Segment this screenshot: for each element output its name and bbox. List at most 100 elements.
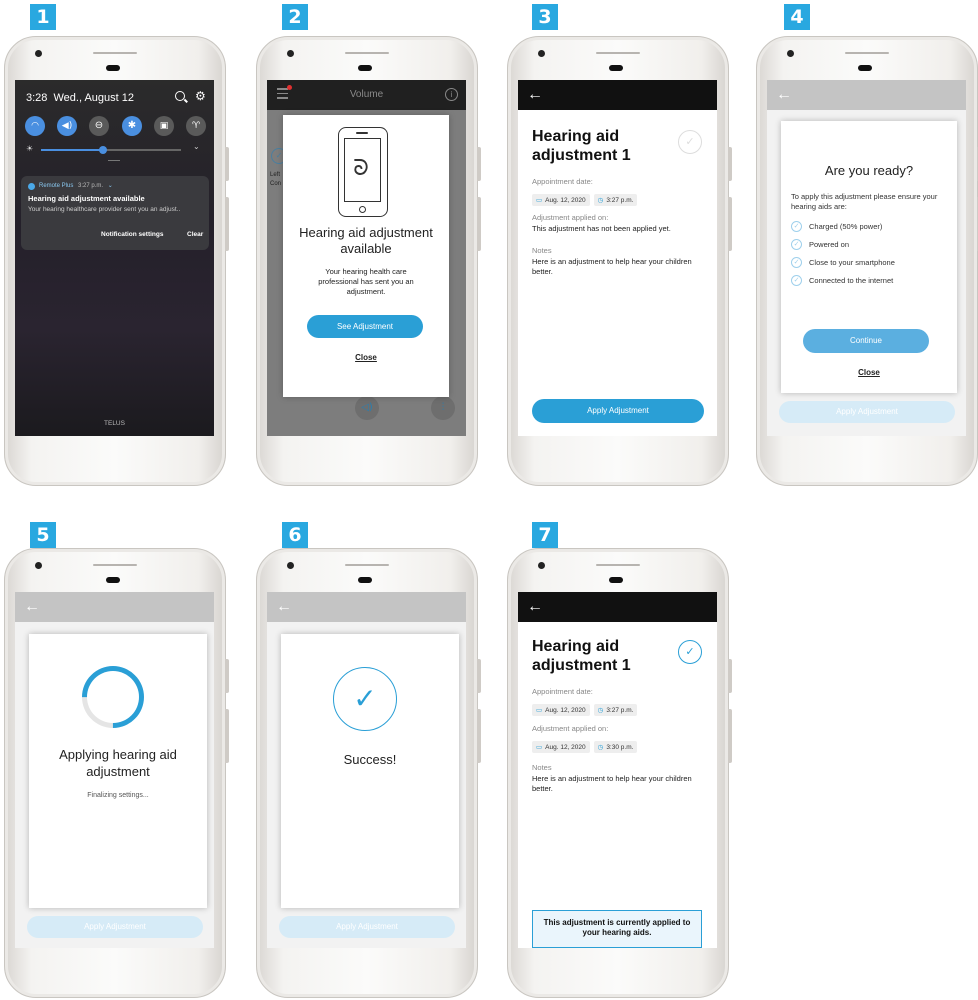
dialog-title: Success! <box>343 752 397 767</box>
bluetooth-icon[interactable]: ✱ <box>122 116 142 136</box>
app-icon <box>28 183 35 190</box>
applied-date-chip: ▭ Aug. 12, 2020 <box>532 741 590 753</box>
ready-item-close: ✓ Close to your smartphone <box>791 257 895 275</box>
step-badge-5: 5 <box>30 522 56 548</box>
clock-icon: ◷ <box>597 707 604 714</box>
notification-time: 3:27 p.m. <box>78 183 104 189</box>
check-circle-icon: ✓ <box>791 239 802 250</box>
screen-adjustment-details: ← Hearing aid adjustment 1 ✓ Appointment… <box>518 80 717 436</box>
success-check-icon: ✓ <box>333 667 397 731</box>
step-badge-1: 1 <box>30 4 56 30</box>
close-link[interactable]: Close <box>781 368 957 377</box>
brightness-icon: ☀ <box>26 144 34 153</box>
apply-adjustment-button-disabled[interactable]: Apply Adjustment <box>279 916 455 938</box>
check-circle-icon: ✓ <box>678 130 702 154</box>
screen-applying: ← Apply Adjustment Applying hearing aid … <box>15 592 214 948</box>
close-link[interactable]: Close <box>283 353 449 362</box>
dialog-title: Applying hearing aid adjustment <box>59 747 177 779</box>
notification-clear-button[interactable]: Clear <box>187 231 203 238</box>
info-icon[interactable]: i <box>445 88 458 101</box>
notification-settings-button[interactable]: Notification settings <box>101 231 163 238</box>
ready-item-connected: ✓ Connected to the internet <box>791 275 895 293</box>
carrier-label: TELUS <box>104 420 125 427</box>
apply-adjustment-button-disabled[interactable]: Apply Adjustment <box>27 916 203 938</box>
adjustment-title: Hearing aid adjustment 1 <box>532 638 631 674</box>
step-badge-3: 3 <box>532 4 558 30</box>
appointment-date-label: Appointment date: <box>532 687 593 696</box>
notification-app-name: Remote Plus <box>39 183 74 189</box>
continue-button[interactable]: Continue <box>803 329 929 353</box>
clock-icon: ◷ <box>597 197 604 204</box>
rotate-icon[interactable]: ▣ <box>154 116 174 136</box>
screen-notification-shade: 3:28 Wed., August 12 ⚙ ◠ ◀) ⊖ ✱ ▣ ♈ ☀ ⌄ … <box>15 80 214 436</box>
header-title: Volume <box>349 89 384 100</box>
speaker-icon: ◁) <box>355 396 379 420</box>
step-badge-2: 2 <box>282 4 308 30</box>
adjustment-applied-value: This adjustment has not been applied yet… <box>532 224 671 233</box>
background-text-left: Left <box>270 172 281 178</box>
equalizer-icon: ⫶ <box>431 396 455 420</box>
notes-label: Notes <box>532 763 552 772</box>
front-camera <box>35 50 42 57</box>
flashlight-icon[interactable]: ♈ <box>186 116 206 136</box>
clock-date: Wed., August 12 <box>53 92 135 104</box>
screen-are-you-ready: ← Apply Adjustment Are you ready? To app… <box>767 80 966 436</box>
see-adjustment-button[interactable]: See Adjustment <box>307 315 423 338</box>
brightness-slider-thumb[interactable] <box>99 146 107 154</box>
search-icon-handle <box>184 98 188 103</box>
adjustment-title: Hearing aid adjustment 1 <box>532 128 631 164</box>
progress-spinner-icon <box>69 653 157 741</box>
wifi-icon[interactable]: ◠ <box>25 116 45 136</box>
chevron-down-icon[interactable]: ⌄ <box>193 142 200 151</box>
clock-icon: ◷ <box>597 744 604 751</box>
applied-status-banner: This adjustment is currently applied to … <box>532 910 702 948</box>
are-you-ready-dialog: Are you ready? To apply this adjustment … <box>781 121 957 393</box>
do-not-disturb-icon[interactable]: ⊖ <box>89 116 109 136</box>
dialog-title: Hearing aid adjustment available <box>299 225 433 256</box>
gear-icon[interactable]: ⚙ <box>195 89 206 103</box>
dialog-body: Your hearing health care professional ha… <box>318 267 414 296</box>
earpiece <box>106 65 120 71</box>
notification-card[interactable]: Remote Plus 3:27 p.m. ⌄ Hearing aid adju… <box>21 176 209 250</box>
appointment-date-chip: ▭ Aug. 12, 2020 <box>532 704 590 716</box>
brightness-slider[interactable] <box>41 146 181 154</box>
quick-toggles: ◠ ◀) ⊖ ✱ ▣ ♈ <box>25 116 207 136</box>
adjustment-applied-label: Adjustment applied on: <box>532 213 609 222</box>
success-dialog: ✓ Success! <box>281 634 459 908</box>
apply-adjustment-button[interactable]: Apply Adjustment <box>532 399 704 423</box>
phone-1: 3:28 Wed., August 12 ⚙ ◠ ◀) ⊖ ✱ ▣ ♈ ☀ ⌄ … <box>4 36 229 486</box>
calendar-icon: ▭ <box>536 707 543 714</box>
background-text-con: Con <box>270 181 282 187</box>
appointment-time-chip: ◷ 3:27 p.m. <box>593 194 638 206</box>
applied-time-chip: ◷ 3:30 p.m. <box>593 741 638 753</box>
chevron-down-icon[interactable]: ⌄ <box>108 183 113 189</box>
back-arrow-icon[interactable]: ← <box>24 598 40 616</box>
back-arrow-icon[interactable]: ← <box>527 86 543 104</box>
step-badge-6: 6 <box>282 522 308 548</box>
check-circle-icon: ✓ <box>791 221 802 232</box>
phone-4: ← Apply Adjustment Are you ready? To app… <box>756 36 978 486</box>
apply-adjustment-button-disabled[interactable]: Apply Adjustment <box>779 401 955 423</box>
appointment-date-label: Appointment date: <box>532 177 593 186</box>
ready-item-charged: ✓ Charged (50% power) <box>791 221 895 239</box>
phone-2: Volume i ✓ Left Con ◁) ⫶ ᘐ Hearing aid a… <box>256 36 481 486</box>
applying-dialog: Applying hearing aid adjustment Finalizi… <box>29 634 207 908</box>
back-arrow-icon[interactable]: ← <box>527 598 543 616</box>
check-circle-icon: ✓ <box>791 275 802 286</box>
notes-value: Here is an adjustment to help hear your … <box>532 257 692 276</box>
step-badge-4: 4 <box>784 4 810 30</box>
calendar-icon: ▭ <box>536 197 543 204</box>
appointment-time-chip: ◷ 3:27 p.m. <box>593 704 638 716</box>
adjustment-applied-label: Adjustment applied on: <box>532 724 609 733</box>
back-arrow-icon[interactable]: ← <box>276 598 292 616</box>
sound-icon[interactable]: ◀) <box>57 116 77 136</box>
back-arrow-icon[interactable]: ← <box>776 86 792 104</box>
phone-illustration-icon: ᘐ <box>338 127 388 217</box>
notes-value: Here is an adjustment to help hear your … <box>532 774 692 793</box>
dialog-title: Are you ready? <box>824 163 914 178</box>
screen-dialog: Volume i ✓ Left Con ◁) ⫶ ᘐ Hearing aid a… <box>267 80 466 436</box>
phone-3: ← Hearing aid adjustment 1 ✓ Appointment… <box>507 36 732 486</box>
notification-title: Hearing aid adjustment available <box>28 194 145 203</box>
phone-7: ← Hearing aid adjustment 1 ✓ Appointment… <box>507 548 732 998</box>
dialog-status: Finalizing settings... <box>87 792 149 799</box>
